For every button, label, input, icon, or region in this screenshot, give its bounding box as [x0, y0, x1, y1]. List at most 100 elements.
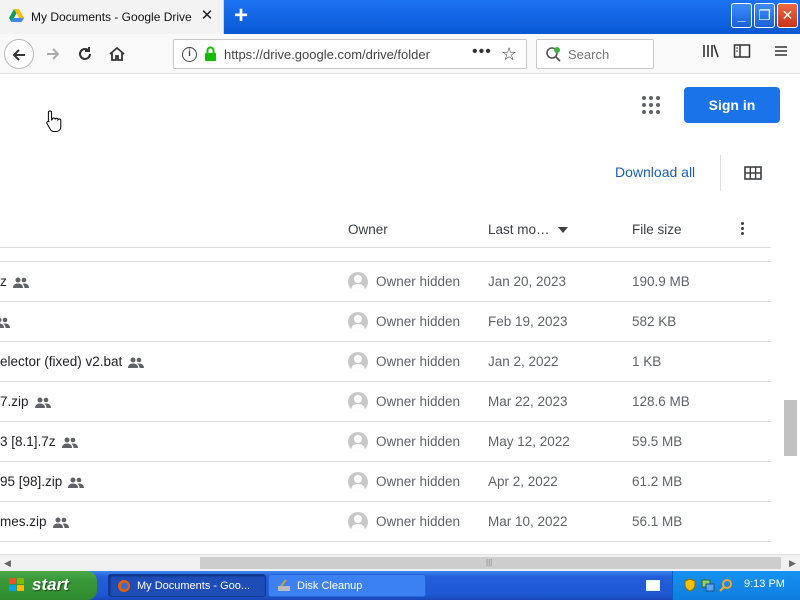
google-drive-icon: [9, 9, 24, 22]
scroll-grip-icon: |||: [486, 558, 493, 567]
table-row[interactable]: elector (fixed) v2.bat Owner hidden Jan 2,…: [0, 342, 771, 382]
file-name[interactable]: z: [0, 274, 29, 291]
search-placeholder: Search: [568, 47, 610, 62]
file-name[interactable]: 3 [8.1].7z: [0, 434, 78, 451]
table-row[interactable]: 95 [98].zip Owner hidden Apr 2, 2022 61.2 M…: [0, 462, 771, 502]
close-tab-icon[interactable]: ✕: [199, 7, 215, 25]
home-button[interactable]: [102, 39, 132, 69]
forward-arrow-icon: [47, 48, 60, 60]
restore-button[interactable]: ❐: [754, 3, 775, 28]
title-bar: My Documents - Google Drive ✕ + _ ❐ ✕: [0, 0, 800, 34]
column-owner[interactable]: Owner: [348, 222, 388, 237]
owner-text: Owner hidden: [376, 434, 461, 449]
file-size: 61.2 MB: [632, 474, 683, 489]
owner-text: Owner hidden: [376, 274, 461, 289]
file-name[interactable]: mes.zip: [0, 514, 69, 531]
new-tab-button[interactable]: +: [229, 3, 253, 29]
url-text[interactable]: https://drive.google.com/drive/folder: [224, 47, 439, 62]
file-name-text: 3 [8.1].7z: [0, 434, 56, 449]
more-options-icon[interactable]: [741, 222, 745, 236]
divider: [720, 155, 721, 191]
file-size: 128.6 MB: [632, 394, 690, 409]
security-shield-icon[interactable]: [683, 578, 697, 592]
grid-view-icon[interactable]: [744, 166, 762, 180]
disk-cleanup-icon: [278, 579, 290, 591]
owner-text: Owner hidden: [376, 314, 461, 329]
file-name[interactable]: 7.zip: [0, 394, 51, 411]
file-name[interactable]: [0, 314, 10, 331]
file-name-text: elector (fixed) v2.bat: [0, 354, 123, 369]
shared-people-icon: [0, 316, 10, 331]
avatar: [348, 272, 368, 292]
table-row[interactable]: 3 [8.1].7z Owner hidden May 12, 2022 59.5 M…: [0, 422, 771, 462]
file-size: 59.5 MB: [632, 434, 683, 449]
shared-people-icon: [128, 356, 145, 371]
reload-icon: [79, 47, 91, 60]
modified-date: May 12, 2022: [488, 434, 570, 449]
windows-logo-icon: [9, 578, 25, 593]
file-name-text: 7.zip: [0, 394, 29, 409]
avatar: [348, 432, 368, 452]
scroll-right-icon[interactable]: ▶: [785, 555, 800, 571]
avatar: [348, 352, 368, 372]
shared-people-icon: [68, 476, 85, 491]
shared-people-icon: [52, 516, 69, 531]
owner-text: Owner hidden: [376, 354, 461, 369]
taskbar-item-browser[interactable]: My Documents - Goo...: [108, 574, 266, 597]
page-vertical-scrollbar[interactable]: [781, 75, 800, 554]
minimize-button[interactable]: _: [731, 3, 752, 28]
modified-date: Feb 19, 2023: [488, 314, 568, 329]
modified-date: Jan 2, 2022: [488, 354, 559, 369]
file-name[interactable]: elector (fixed) v2.bat: [0, 354, 145, 371]
drive-page: Sign in Download all Owner Last mo… File…: [0, 75, 800, 554]
avatar: [348, 312, 368, 332]
owner-text: Owner hidden: [376, 394, 461, 409]
menu-icon[interactable]: [770, 43, 792, 65]
taskbar-item-disk-cleanup[interactable]: Disk Cleanup: [268, 574, 426, 597]
forward-button[interactable]: [38, 39, 68, 69]
horizontal-scroll-thumb[interactable]: |||: [200, 557, 781, 569]
reload-button[interactable]: [70, 39, 100, 69]
column-file-size[interactable]: File size: [632, 222, 682, 237]
page-actions-icon[interactable]: •••: [472, 43, 492, 61]
navigation-bar: i https://drive.google.com/drive/folder …: [0, 34, 800, 74]
file-list-header: Owner Last mo… File size: [0, 208, 771, 248]
owner-text: Owner hidden: [376, 514, 461, 529]
close-window-button[interactable]: ✕: [777, 3, 798, 28]
vertical-scroll-thumb[interactable]: [784, 400, 797, 456]
download-all-link[interactable]: Download all: [615, 164, 695, 180]
taskbar-item-label: My Documents - Goo...: [137, 580, 251, 592]
browser-tab[interactable]: My Documents - Google Drive ✕: [0, 0, 224, 34]
scroll-left-icon[interactable]: ◀: [0, 555, 15, 571]
start-button[interactable]: start: [0, 571, 97, 600]
site-info-icon[interactable]: i: [182, 47, 197, 62]
sort-down-icon: [557, 227, 568, 234]
network-icon[interactable]: [701, 578, 715, 592]
table-row[interactable]: mes.zip Owner hidden Mar 10, 2022 56.1 MB: [0, 502, 771, 542]
library-icon[interactable]: [700, 43, 722, 65]
keyboard-icon[interactable]: [646, 580, 660, 591]
search-bar[interactable]: Search: [536, 39, 654, 69]
sign-in-button[interactable]: Sign in: [684, 87, 780, 123]
modified-date: Jan 20, 2023: [488, 274, 567, 289]
column-last-modified[interactable]: Last mo…: [488, 222, 568, 237]
table-row[interactable]: Owner hidden Feb 19, 2023 582 KB: [0, 302, 771, 342]
file-name-text: mes.zip: [0, 514, 47, 529]
bookmark-star-icon[interactable]: ☆: [501, 44, 517, 65]
file-name[interactable]: 95 [98].zip: [0, 474, 85, 491]
horizontal-scrollbar[interactable]: ◀ ||| ▶: [0, 554, 800, 571]
shared-people-icon: [34, 396, 51, 411]
column-last-modified-label: Last mo…: [488, 222, 550, 237]
file-size: 582 KB: [632, 314, 677, 329]
owner-text: Owner hidden: [376, 474, 461, 489]
address-bar[interactable]: i https://drive.google.com/drive/folder …: [173, 39, 527, 69]
table-row[interactable]: z Owner hidden Jan 20, 2023 190.9 MB: [0, 262, 771, 302]
google-apps-icon[interactable]: [642, 96, 662, 116]
search-tray-icon[interactable]: [719, 578, 733, 592]
table-row[interactable]: 7.zip Owner hidden Mar 22, 2023 128.6 MB: [0, 382, 771, 422]
lock-icon: [205, 46, 216, 61]
file-size: 56.1 MB: [632, 514, 683, 529]
sidebar-icon[interactable]: [731, 43, 753, 65]
back-button[interactable]: [4, 39, 34, 69]
avatar: [348, 392, 368, 412]
